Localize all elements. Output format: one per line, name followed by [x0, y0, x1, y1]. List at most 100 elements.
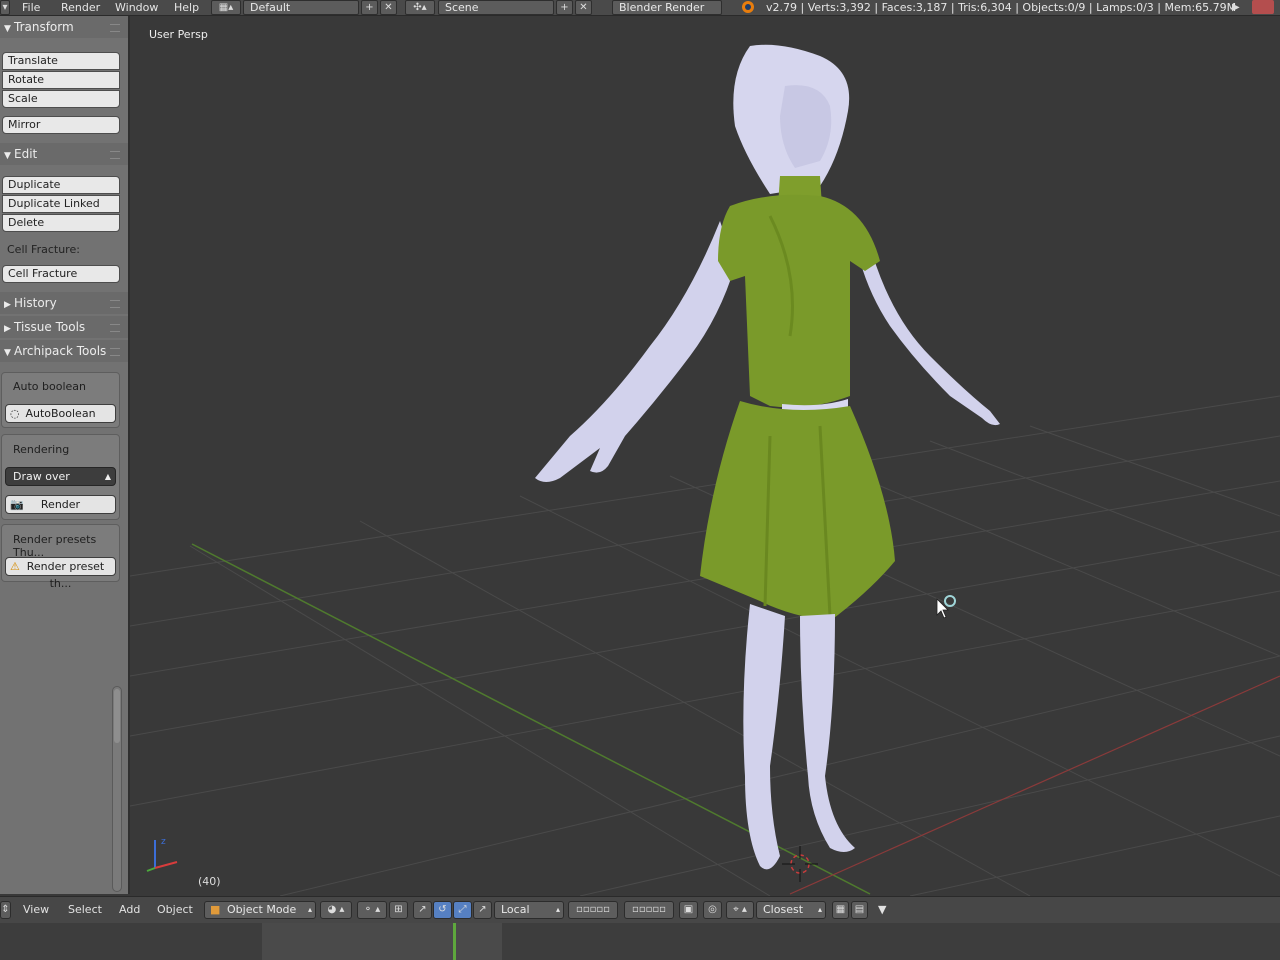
menu-render[interactable]: Render: [61, 0, 100, 15]
timeline[interactable]: [0, 923, 1280, 960]
expand-triangle-icon: ▶: [4, 324, 11, 334]
3d-viewport[interactable]: z User Persp (40): [130, 16, 1280, 896]
screen-layout-icon[interactable]: ▦▴: [211, 0, 241, 15]
menu-object[interactable]: Object: [157, 897, 193, 923]
duplicate-linked-button[interactable]: Duplicate Linked: [2, 195, 120, 213]
panel-title: Tissue Tools: [14, 320, 86, 334]
panel-title: Archipack Tools: [14, 344, 107, 358]
mode-select[interactable]: ■ Object Mode ▴: [204, 901, 316, 919]
render-preset-button[interactable]: ⚠ Render preset th...: [5, 557, 116, 590]
editor-type-icon[interactable]: ⇕: [0, 901, 11, 919]
drag-grip-icon[interactable]: [110, 151, 120, 159]
render-presets-label: Render presets Thu...: [13, 533, 97, 559]
render-preset-button-label: Render preset th...: [26, 560, 105, 590]
auto-boolean-label: Auto boolean: [13, 380, 87, 393]
blender-logo-icon: [742, 1, 754, 13]
auto-boolean-button[interactable]: ◌ AutoBoolean: [5, 404, 116, 423]
drag-grip-icon[interactable]: [110, 324, 120, 332]
play-icon[interactable]: ▶: [1232, 0, 1240, 15]
snap-toggle-icon[interactable]: ⌖ ▴: [726, 901, 754, 919]
translate-manipulator-icon[interactable]: ↗: [413, 901, 432, 919]
viewport-scene: z: [130, 44, 1280, 896]
frame-number: (40): [198, 875, 221, 888]
expand-triangle-icon: ▶: [4, 300, 11, 310]
floor-grid: [130, 395, 1280, 896]
tool-shelf: ▼ Transform Translate Rotate Scale Mirror…: [0, 16, 130, 894]
panel-edit-header[interactable]: ▼ Edit: [0, 143, 128, 165]
render-engine-select[interactable]: Blender Render: [612, 0, 722, 15]
collapse-triangle-icon: ▼: [4, 151, 11, 161]
rotate-manipulator-icon[interactable]: ↺: [433, 901, 452, 919]
menu-file[interactable]: File: [22, 0, 40, 15]
scrollbar-thumb[interactable]: [114, 689, 120, 743]
mirror-button[interactable]: Mirror: [2, 116, 120, 134]
menu-add[interactable]: Add: [119, 897, 140, 923]
header-overflow-icon[interactable]: ▼: [878, 897, 886, 923]
pivot-point-select[interactable]: ⚬ ▴: [357, 901, 387, 919]
rendering-label: Rendering: [13, 443, 70, 456]
orientation-value: Local: [501, 903, 530, 916]
panel-title: History: [14, 296, 57, 310]
panel-transform-header[interactable]: ▼ Transform: [0, 16, 128, 38]
delete-screen-button[interactable]: ✕: [380, 0, 397, 15]
translate-button[interactable]: Translate: [2, 52, 120, 70]
auto-boolean-box: Auto boolean ◌ AutoBoolean: [1, 372, 120, 428]
scene-select[interactable]: Scene: [438, 0, 554, 15]
collapse-triangle-icon: ▼: [4, 348, 11, 358]
auto-boolean-button-label: AutoBoolean: [25, 407, 96, 420]
viewport-shading-select[interactable]: ◕ ▴: [320, 901, 352, 919]
drag-grip-icon[interactable]: [110, 348, 120, 356]
scale-button[interactable]: Scale: [2, 90, 120, 108]
screen-layout-select[interactable]: Default: [243, 0, 359, 15]
delete-button[interactable]: Delete: [2, 214, 120, 232]
timeline-playhead[interactable]: [453, 923, 456, 960]
transform-orientation-select[interactable]: Local ▴: [494, 901, 564, 919]
scale-manipulator-icon[interactable]: ⤢: [453, 901, 472, 919]
tool-shelf-scrollbar[interactable]: [112, 686, 122, 892]
menu-select[interactable]: Select: [68, 897, 102, 923]
rendering-box: Rendering Draw over ▲ 📷 Render: [1, 434, 120, 520]
layers-group-1[interactable]: ▫▫▫▫▫: [568, 901, 618, 919]
x-axis-line: [789, 675, 1280, 895]
scene-icon[interactable]: ✣▴: [405, 0, 435, 15]
rotate-button[interactable]: Rotate: [2, 71, 120, 89]
menu-window[interactable]: Window: [115, 0, 158, 15]
add-screen-button[interactable]: +: [361, 0, 378, 15]
opengl-render-image-icon[interactable]: ▦: [832, 901, 849, 919]
snap-target-select[interactable]: Closest ▴: [756, 901, 826, 919]
fullscreen-toggle-icon[interactable]: [1252, 0, 1274, 14]
duplicate-button[interactable]: Duplicate: [2, 176, 120, 194]
panel-archipack-header[interactable]: ▼ Archipack Tools: [0, 340, 128, 362]
panel-history-header[interactable]: ▶ History: [0, 292, 128, 314]
drag-grip-icon[interactable]: [110, 24, 120, 32]
menu-view[interactable]: View: [23, 897, 49, 923]
editor-type-icon[interactable]: ▾: [0, 0, 10, 15]
render-button[interactable]: 📷 Render: [5, 495, 116, 514]
draw-mode-dropdown[interactable]: Draw over ▲: [5, 467, 116, 486]
add-scene-button[interactable]: +: [556, 0, 573, 15]
lock-layers-icon[interactable]: ▣: [679, 901, 698, 919]
panel-title: Transform: [14, 20, 74, 34]
mode-value: Object Mode: [227, 903, 297, 916]
draw-mode-value: Draw over: [13, 470, 70, 483]
character-model[interactable]: [535, 44, 1000, 870]
panel-title: Edit: [14, 147, 38, 161]
warning-icon: ⚠: [10, 560, 20, 573]
svg-text:z: z: [161, 837, 166, 847]
manipulator-toggle-icon[interactable]: ⊞: [389, 901, 408, 919]
panel-tissue-tools-header[interactable]: ▶ Tissue Tools: [0, 316, 128, 338]
opengl-render-animation-icon[interactable]: ▤: [851, 901, 868, 919]
cell-fracture-button[interactable]: Cell Fracture: [2, 265, 120, 283]
layers-group-2[interactable]: ▫▫▫▫▫: [624, 901, 674, 919]
proportional-edit-icon[interactable]: ◎: [703, 901, 722, 919]
timeline-frame-range: [262, 923, 502, 960]
collapse-triangle-icon: ▼: [4, 24, 11, 34]
cell-fracture-label: Cell Fracture:: [7, 243, 80, 256]
axis-gizmo-icon: z: [146, 837, 178, 872]
drag-grip-icon[interactable]: [110, 300, 120, 308]
delete-scene-button[interactable]: ✕: [575, 0, 592, 15]
boolean-icon: ◌: [10, 407, 20, 420]
3d-view-header: ⇕ View Select Add Object ■ Object Mode ▴ …: [0, 896, 1280, 923]
manipulator-extra-icon[interactable]: ↗: [473, 901, 492, 919]
menu-help[interactable]: Help: [174, 0, 199, 15]
